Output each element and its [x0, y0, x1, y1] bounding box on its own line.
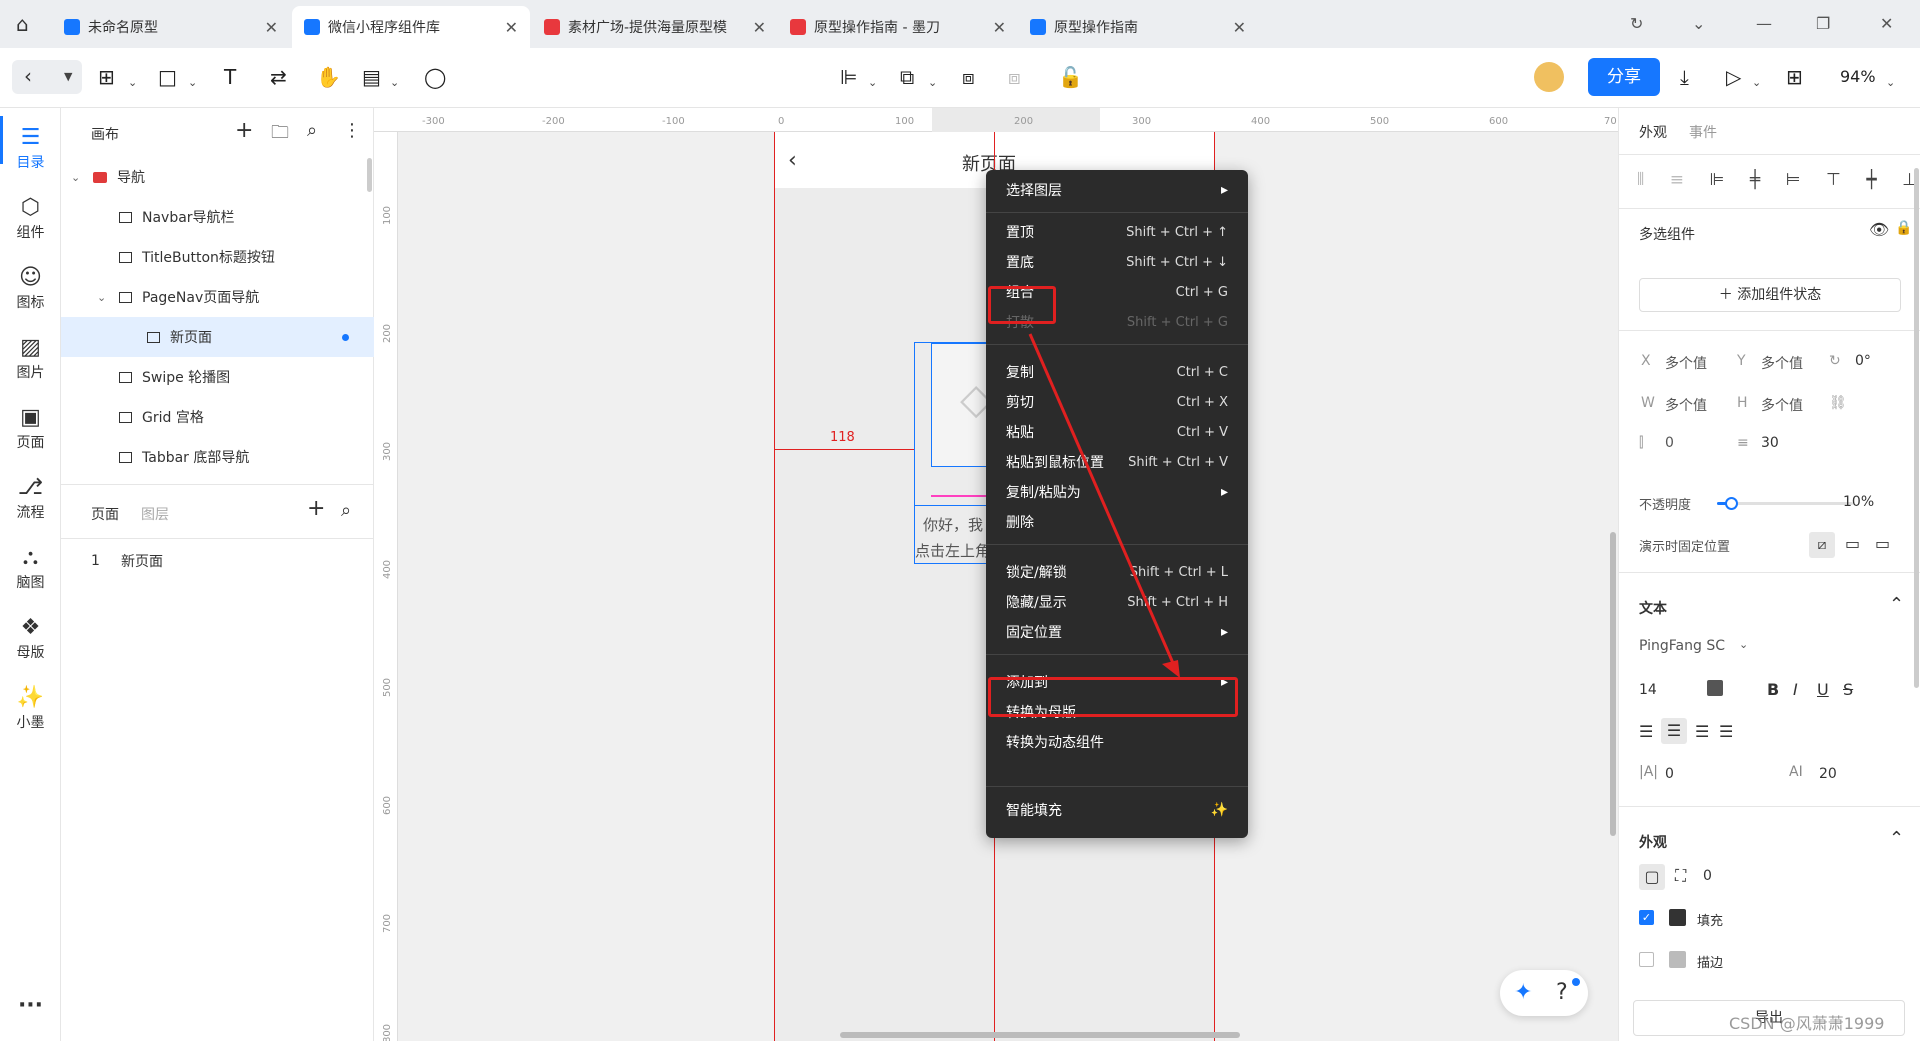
- x-label: X: [1641, 353, 1651, 369]
- bold-icon[interactable]: B: [1767, 680, 1779, 699]
- align-middle-icon[interactable]: ┿: [1866, 170, 1876, 194]
- tab-events[interactable]: 事件: [1689, 122, 1717, 142]
- align-top-icon[interactable]: ⊤: [1826, 170, 1841, 194]
- opacity-label: 不透明度: [1639, 498, 1692, 513]
- appearance-section-title: 外观: [1639, 835, 1667, 851]
- stroke-color-swatch[interactable]: [1669, 951, 1686, 968]
- properties-panel: 外观 事件 ⫴ ≡ ⊫ ╪ ⊨ ⊤ ┿ ⊥ 多选组件 👁 🔒 ＋ 添加组件状态 …: [1618, 108, 1920, 1041]
- font-size-value[interactable]: 14: [1639, 682, 1657, 698]
- constrain-proportions-icon[interactable]: ⛓: [1829, 395, 1847, 411]
- text-align-left-icon[interactable]: ☰: [1639, 722, 1653, 741]
- divider: [1619, 806, 1920, 807]
- lock-icon[interactable]: 🔒: [1895, 220, 1912, 236]
- add-state-label: 添加组件状态: [1737, 287, 1822, 303]
- x-value[interactable]: 多个值: [1665, 353, 1707, 373]
- strikethrough-icon[interactable]: S: [1843, 680, 1853, 699]
- underline-icon[interactable]: U: [1817, 680, 1829, 699]
- fill-color-swatch[interactable]: [1669, 909, 1686, 926]
- divider: [1619, 572, 1920, 573]
- opacity-value[interactable]: 10%: [1843, 494, 1874, 510]
- rotate-icon: ↻: [1829, 353, 1841, 369]
- spacing-v-value[interactable]: 30: [1761, 435, 1779, 451]
- distribute-h-icon[interactable]: ⫴: [1637, 170, 1644, 194]
- spacing-v-icon: ≡: [1737, 435, 1749, 451]
- letter-spacing-value[interactable]: 0: [1665, 766, 1674, 782]
- align-left-icon[interactable]: ⊫: [1709, 170, 1724, 194]
- letter-spacing-icon: |A|: [1639, 764, 1659, 780]
- eye-icon[interactable]: 👁: [1869, 220, 1889, 239]
- spacing-h-value[interactable]: 0: [1665, 435, 1674, 451]
- add-state-button[interactable]: ＋ 添加组件状态: [1639, 278, 1901, 312]
- y-label: Y: [1737, 353, 1746, 369]
- y-value[interactable]: 多个值: [1761, 353, 1803, 373]
- chevron-up-icon[interactable]: ⌃: [1889, 594, 1904, 615]
- align-right-icon[interactable]: ⊨: [1786, 170, 1801, 194]
- multi-select-label: 多选组件: [1639, 227, 1695, 243]
- stroke-label: 描边: [1697, 956, 1724, 971]
- radius-individual-icon[interactable]: ⛶: [1675, 866, 1686, 886]
- distribute-v-icon[interactable]: ≡: [1670, 170, 1684, 194]
- rotation-value[interactable]: 0°: [1855, 353, 1871, 369]
- chevron-down-icon[interactable]: ⌄: [1739, 638, 1748, 651]
- panel-scrollbar[interactable]: [1914, 168, 1919, 688]
- italic-icon[interactable]: I: [1793, 680, 1798, 699]
- fill-label: 填充: [1697, 914, 1724, 929]
- text-align-center-button[interactable]: ☰: [1661, 718, 1687, 744]
- h-label: H: [1737, 395, 1748, 411]
- fill-checkbox[interactable]: ✓: [1639, 910, 1654, 925]
- opacity-slider-handle[interactable]: [1725, 497, 1738, 510]
- fixed-position-label: 演示时固定位置: [1639, 540, 1731, 555]
- fixed-bottom-icon[interactable]: ▭: [1875, 534, 1890, 553]
- arrow-head: [1162, 660, 1180, 678]
- fixed-top-icon[interactable]: ▭: [1845, 534, 1860, 553]
- font-family-select[interactable]: PingFang SC: [1639, 638, 1725, 654]
- spacing-h-icon: ⫿: [1639, 435, 1644, 451]
- align-toolbar: ⫴ ≡ ⊫ ╪ ⊨ ⊤ ┿ ⊥: [1637, 170, 1917, 194]
- radius-uniform-button[interactable]: ▢: [1639, 864, 1665, 890]
- fixed-none-button[interactable]: ⧄: [1809, 532, 1835, 558]
- divider: [1619, 330, 1920, 331]
- align-center-h-icon[interactable]: ╪: [1750, 170, 1760, 194]
- h-value[interactable]: 多个值: [1761, 395, 1803, 415]
- divider: [1619, 154, 1920, 155]
- text-justify-icon[interactable]: ☰: [1719, 722, 1733, 741]
- radius-value[interactable]: 0: [1703, 868, 1712, 884]
- w-label: W: [1641, 395, 1655, 411]
- tab-appearance[interactable]: 外观: [1639, 122, 1667, 142]
- plus-icon: ＋: [1718, 287, 1738, 303]
- line-height-icon: AI: [1789, 764, 1803, 780]
- stroke-checkbox[interactable]: [1639, 952, 1654, 967]
- text-align-right-icon[interactable]: ☰: [1695, 722, 1709, 741]
- text-color-swatch[interactable]: [1707, 680, 1723, 696]
- watermark: CSDN @风萧萧1999: [1729, 1014, 1885, 1033]
- divider: [1619, 208, 1920, 209]
- arrow-line: [1028, 333, 1178, 671]
- text-section-title: 文本: [1639, 601, 1667, 617]
- line-height-value[interactable]: 20: [1819, 766, 1837, 782]
- chevron-up-icon[interactable]: ⌃: [1889, 828, 1904, 849]
- w-value[interactable]: 多个值: [1665, 395, 1707, 415]
